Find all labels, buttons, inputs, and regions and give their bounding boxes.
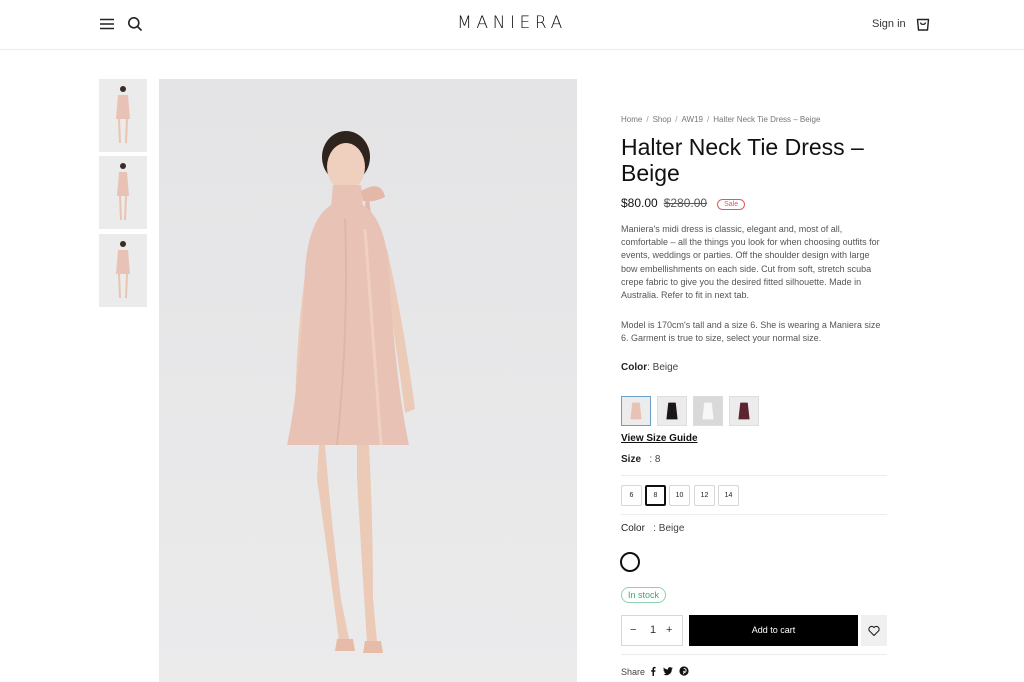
size-option-10[interactable]: 10: [669, 485, 690, 506]
size-option-14[interactable]: 14: [718, 485, 739, 506]
twitter-icon[interactable]: [663, 666, 673, 676]
color-variant-label: Color : Beige: [621, 523, 887, 534]
divider: [621, 514, 887, 515]
breadcrumb: Home / Shop / AW19/Halter Neck Tie Dress – B…: [621, 115, 821, 124]
size-selector-label: Size : 8: [621, 454, 887, 465]
sale-badge: Sale: [717, 199, 746, 210]
price-row: $80.00 $280.00 Sale: [621, 196, 887, 210]
color-swatch-maroon[interactable]: [729, 396, 759, 426]
breadcrumb-shop[interactable]: Shop: [653, 115, 672, 124]
size-label: Size: [621, 454, 642, 465]
divider: [621, 654, 887, 655]
view-size-guide-link[interactable]: View Size Guide: [621, 433, 887, 444]
sign-in-link[interactable]: Sign in: [872, 18, 906, 30]
color-selector-label: Color: Beige: [621, 362, 887, 373]
share-label: Share: [621, 667, 646, 677]
add-to-cart-button[interactable]: Add to cart: [689, 615, 858, 646]
model-side-thumbnail-image: [99, 156, 147, 229]
color2-value: : Beige: [653, 523, 685, 534]
size-option-12[interactable]: 12: [694, 485, 715, 506]
facebook-icon[interactable]: [648, 666, 658, 676]
site-logo[interactable]: MANIERA: [0, 13, 1024, 33]
cart-icon[interactable]: [915, 16, 931, 32]
gallery-thumbnail-side[interactable]: [99, 156, 147, 229]
color-dot-option[interactable]: [620, 552, 640, 572]
breadcrumb-aw19[interactable]: AW19: [682, 115, 704, 124]
site-header: MANIERA Sign in: [0, 0, 1024, 50]
gallery-thumbnail-back[interactable]: [99, 234, 147, 307]
color-swatch-beige[interactable]: [621, 396, 651, 426]
stock-badge: In stock: [621, 587, 667, 603]
product-description: Maniera's midi dress is classic, elegant…: [621, 224, 880, 301]
quantity-stepper: − 1 +: [621, 615, 683, 646]
color-swatch-white[interactable]: [693, 396, 723, 426]
model-front-thumbnail-image: [99, 79, 147, 152]
model-back-thumbnail-image: [99, 234, 147, 307]
size-value: : 8: [649, 454, 661, 465]
pinterest-icon[interactable]: [679, 666, 689, 676]
product-title-line-2: Beige: [621, 160, 680, 186]
color-label: Color: [621, 362, 648, 373]
product-title-line-1: Halter Neck Tie Dress –: [621, 134, 864, 160]
breadcrumb-home[interactable]: Home: [621, 115, 642, 124]
size-option-8[interactable]: 8: [645, 485, 666, 506]
gallery-thumbnail-front[interactable]: [99, 79, 147, 152]
product-title: Halter Neck Tie Dress – Beige: [621, 134, 887, 186]
breadcrumb-current: Halter Neck Tie Dress – Beige: [713, 115, 821, 124]
color-swatch-black[interactable]: [657, 396, 687, 426]
size-option-6[interactable]: 6: [621, 485, 642, 506]
model-dress-illustration: [287, 131, 415, 653]
color-value: : Beige: [647, 362, 679, 373]
model-size-note: Model is 170cm's tall and a size 6. She …: [621, 320, 881, 344]
quantity-decrease-button[interactable]: −: [630, 624, 636, 636]
heart-icon: [868, 625, 880, 637]
divider: [621, 475, 887, 476]
quantity-value[interactable]: 1: [650, 624, 656, 636]
current-price: $80.00: [621, 196, 658, 210]
color2-label: Color: [621, 523, 645, 534]
product-main-image: [159, 79, 577, 682]
wishlist-button[interactable]: [861, 615, 887, 646]
quantity-increase-button[interactable]: +: [666, 624, 672, 636]
original-price: $280.00: [663, 196, 708, 210]
